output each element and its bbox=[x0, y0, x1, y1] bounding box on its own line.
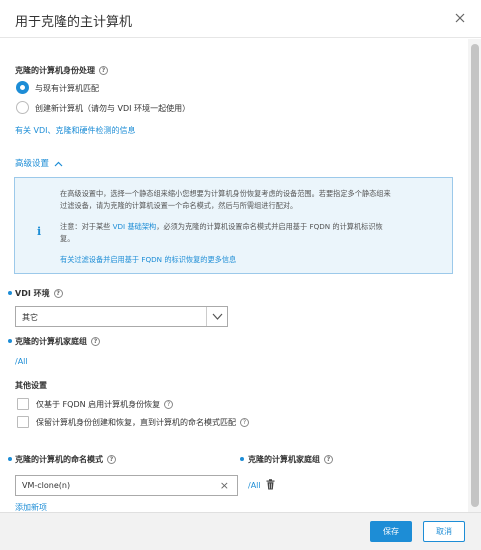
chevron-down-icon bbox=[212, 313, 223, 320]
vdi-environment-label-text: VDI 环境 bbox=[15, 289, 50, 298]
fqdn-only-label-text: 仅基于 FQDN 启用计算机身份恢复 bbox=[36, 400, 161, 409]
advanced-settings-toggle[interactable]: 高级设置 bbox=[15, 157, 63, 169]
hold-identity-label-text: 保留计算机身份创建和恢复，直到计算机的命名模式匹配 bbox=[36, 418, 236, 427]
dialog-footer: 保存 取消 bbox=[0, 512, 481, 550]
required-indicator bbox=[8, 457, 12, 461]
radio-create-new[interactable] bbox=[16, 101, 29, 114]
required-indicator bbox=[8, 291, 12, 295]
vdi-environment-select[interactable]: 其它 bbox=[15, 306, 228, 327]
help-icon[interactable]: ? bbox=[324, 455, 333, 464]
add-new-item-link[interactable]: 添加新项 bbox=[15, 502, 47, 512]
naming-pattern-input[interactable]: VM-clone(n) × bbox=[15, 475, 238, 496]
fqdn-only-label: 仅基于 FQDN 启用计算机身份恢复? bbox=[36, 399, 174, 410]
radio-create-new-label: 创建新计算机（请勿与 VDI 环境一起使用） bbox=[35, 104, 191, 113]
advanced-settings-label: 高级设置 bbox=[15, 159, 50, 169]
other-settings-heading: 其他设置 bbox=[15, 381, 47, 390]
dialog-content: 克隆的计算机身份处理? 与现有计算机匹配 创建新计算机（请勿与 VDI 环境一起… bbox=[0, 39, 468, 512]
naming-pattern-label-text: 克隆的计算机的命名模式 bbox=[15, 455, 103, 464]
naming-group-label: 克隆的计算机家庭组? bbox=[248, 454, 333, 465]
save-button[interactable]: 保存 bbox=[370, 521, 412, 542]
naming-pattern-label: 克隆的计算机的命名模式? bbox=[15, 454, 116, 465]
info-note: 注意：对于某些 VDI 基础架构，必须为克隆的计算机设置命名模式并启用基于 FQ… bbox=[60, 222, 383, 232]
home-group-label-text: 克隆的计算机家庭组 bbox=[15, 337, 87, 346]
chevron-up-icon bbox=[54, 161, 63, 166]
radio-match-existing[interactable] bbox=[16, 81, 29, 94]
dropdown-button[interactable] bbox=[206, 307, 227, 326]
naming-group-link[interactable]: /All bbox=[248, 481, 261, 490]
vdi-info-link[interactable]: 有关 VDI、克隆和硬件检测的信息 bbox=[15, 125, 136, 136]
advanced-info-box: i 在高级设置中，选择一个静态组来缩小您想要为计算机身份恢复考虑的设备范围。若要… bbox=[14, 177, 453, 274]
help-icon[interactable]: ? bbox=[240, 418, 249, 427]
hold-identity-label: 保留计算机身份创建和恢复，直到计算机的命名模式匹配? bbox=[36, 417, 249, 428]
help-icon[interactable]: ? bbox=[107, 455, 116, 464]
required-indicator bbox=[8, 339, 12, 343]
vdi-infrastructure-link[interactable]: VDI 基础架构 bbox=[113, 222, 157, 231]
help-icon[interactable]: ? bbox=[99, 66, 108, 75]
hold-identity-checkbox[interactable] bbox=[17, 416, 29, 428]
radio-match-existing-label: 与现有计算机匹配 bbox=[35, 84, 99, 93]
info-icon: i bbox=[37, 225, 42, 238]
naming-pattern-value: VM-clone(n) bbox=[22, 481, 71, 490]
clear-icon[interactable]: × bbox=[220, 480, 229, 491]
info-text-line1: 在高级设置中，选择一个静态组来缩小您想要为计算机身份恢复考虑的设备范围。若要指定… bbox=[60, 189, 391, 198]
fqdn-only-checkbox[interactable] bbox=[17, 398, 29, 410]
vdi-environment-label: VDI 环境? bbox=[15, 288, 63, 299]
required-indicator bbox=[240, 457, 244, 461]
close-icon[interactable] bbox=[453, 11, 467, 25]
identity-heading-text: 克隆的计算机身份处理 bbox=[15, 66, 95, 75]
info-note-prefix: 注意：对于某些 bbox=[60, 222, 113, 231]
vdi-environment-value: 其它 bbox=[22, 313, 38, 322]
fqdn-info-link[interactable]: 有关过滤设备并启用基于 FQDN 的标识恢复的更多信息 bbox=[60, 255, 236, 265]
help-icon[interactable]: ? bbox=[53, 289, 63, 298]
help-icon[interactable]: ? bbox=[164, 400, 174, 409]
naming-group-label-text: 克隆的计算机家庭组 bbox=[248, 455, 320, 464]
info-note-suffix: ，必须为克隆的计算机设置命名模式并启用基于 FQDN 的计算机标识恢 bbox=[156, 222, 383, 231]
scrollbar-thumb[interactable] bbox=[471, 44, 479, 507]
dialog-header: 用于克隆的主计算机 bbox=[0, 0, 481, 38]
identity-heading: 克隆的计算机身份处理? bbox=[15, 65, 108, 76]
trash-icon[interactable] bbox=[266, 479, 275, 490]
dialog-title: 用于克隆的主计算机 bbox=[15, 15, 133, 30]
home-group-link[interactable]: /All bbox=[15, 357, 28, 366]
info-text-line2: 过滤设备，请为克隆的计算机设置一个命名模式，然后与所需组进行配对。 bbox=[60, 201, 298, 210]
home-group-label: 克隆的计算机家庭组? bbox=[15, 336, 100, 347]
info-note-line2: 复。 bbox=[60, 234, 75, 243]
help-icon[interactable]: ? bbox=[91, 337, 100, 346]
cancel-button[interactable]: 取消 bbox=[423, 521, 465, 542]
